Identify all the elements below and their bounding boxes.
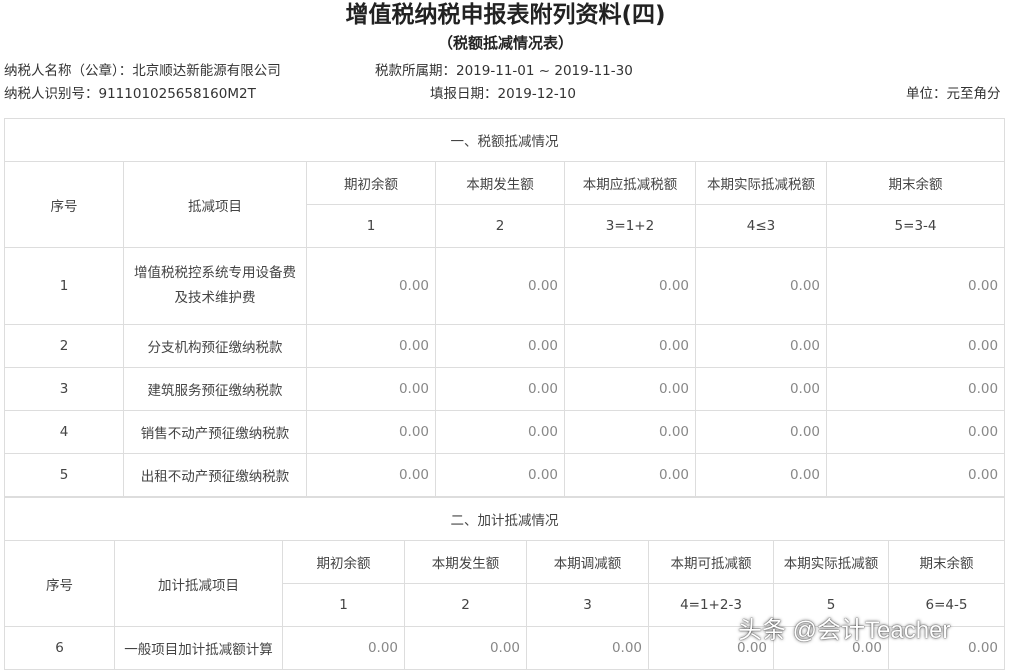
row-value: 0.00	[825, 247, 1006, 325]
row-value: 0.00	[306, 324, 436, 368]
col-header: 本期实际抵减额	[773, 540, 889, 584]
row-value: 0.00	[435, 367, 565, 411]
col-code: 5=3-4	[825, 204, 1006, 248]
row-item: 一般项目加计抵减额计算	[114, 626, 283, 670]
row-item-line1: 增值税税控系统专用设备费	[134, 265, 296, 281]
row-item: 建筑服务预征缴纳税款	[123, 367, 307, 411]
col-header: 期初余额	[282, 540, 405, 584]
form-subtitle: （税额抵减情况表）	[437, 34, 573, 52]
section1-title: 一、税额抵减情况	[3, 118, 1006, 162]
row-value: 0.00	[306, 247, 436, 325]
row-value: 0.00	[526, 626, 649, 670]
col-code: 3	[526, 583, 649, 627]
row-value: 0.00	[825, 453, 1006, 497]
row-value: 0.00	[695, 453, 827, 497]
unit-label: 单位：元至角分	[906, 86, 1001, 102]
table-row: 2 分支机构预征缴纳税款 0.00 0.00 0.00 0.00 0.00	[4, 324, 1006, 368]
table-row: 3 建筑服务预征缴纳税款 0.00 0.00 0.00 0.00 0.00	[4, 367, 1006, 411]
row-item: 销售不动产预征缴纳税款	[123, 410, 307, 454]
col-header: 期末余额	[888, 540, 1005, 584]
row-value: 0.00	[695, 410, 827, 454]
col-code: 2	[404, 583, 527, 627]
row-seq: 5	[4, 453, 124, 497]
row-value: 0.00	[564, 410, 696, 454]
row-seq: 1	[4, 247, 124, 325]
col-code: 1	[282, 583, 405, 627]
row-item: 分支机构预征缴纳税款	[123, 324, 307, 368]
fill-date: 填报日期：2019-12-10	[430, 86, 576, 102]
row-value: 0.00	[695, 247, 827, 325]
col-header: 期末余额	[825, 161, 1006, 205]
row-value: 0.00	[306, 410, 436, 454]
col-code: 2	[435, 204, 565, 248]
col-header: 本期可抵减额	[648, 540, 774, 584]
col-header: 本期应抵减税额	[564, 161, 696, 205]
row-item-line2: 及技术维护费	[174, 290, 256, 306]
seq-header: 序号	[4, 540, 115, 627]
row-value: 0.00	[825, 410, 1006, 454]
col-header: 本期发生额	[404, 540, 527, 584]
row-value: 0.00	[404, 626, 527, 670]
taxpayer-name: 纳税人名称（公章）：北京顺达新能源有限公司	[4, 63, 281, 79]
row-item: 增值税税控系统专用设备费 及技术维护费	[123, 247, 307, 325]
row-value: 0.00	[435, 324, 565, 368]
row-seq: 6	[4, 626, 115, 670]
row-value: 0.00	[435, 247, 565, 325]
item-header: 抵减项目	[123, 161, 307, 248]
col-header: 本期调减额	[526, 540, 649, 584]
table-row: 1 增值税税控系统专用设备费 及技术维护费 0.00 0.00 0.00 0.00…	[4, 247, 1006, 325]
table-row: 4 销售不动产预征缴纳税款 0.00 0.00 0.00 0.00 0.00	[4, 410, 1006, 454]
row-item: 出租不动产预征缴纳税款	[123, 453, 307, 497]
row-value: 0.00	[825, 324, 1006, 368]
col-code: 3=1+2	[564, 204, 696, 248]
col-header: 本期实际抵减税额	[695, 161, 827, 205]
col-code: 4≤3	[695, 204, 827, 248]
row-value: 0.00	[306, 453, 436, 497]
seq-header: 序号	[4, 161, 124, 248]
row-value: 0.00	[306, 367, 436, 411]
row-seq: 4	[4, 410, 124, 454]
item-header: 加计抵减项目	[114, 540, 283, 627]
form-title: 增值税纳税申报表附列资料(四)	[345, 2, 666, 28]
row-value: 0.00	[825, 367, 1006, 411]
row-value: 0.00	[564, 367, 696, 411]
offset-table: 一、税额抵减情况 序号 抵减项目 期初余额 本期发生额 本期应抵减税额 本期实际…	[3, 118, 1006, 497]
row-value: 0.00	[564, 453, 696, 497]
row-value: 0.00	[564, 247, 696, 325]
row-value: 0.00	[695, 367, 827, 411]
row-seq: 2	[4, 324, 124, 368]
tax-period: 税款所属期：2019-11-01 ~ 2019-11-30	[375, 63, 633, 79]
taxpayer-id: 纳税人识别号：911101025658160M2T	[4, 86, 256, 102]
row-value: 0.00	[435, 410, 565, 454]
row-value: 0.00	[435, 453, 565, 497]
col-header: 本期发生额	[435, 161, 565, 205]
col-code: 1	[306, 204, 436, 248]
row-value: 0.00	[282, 626, 405, 670]
section2-title: 二、加计抵减情况	[4, 497, 1005, 541]
row-value: 0.00	[564, 324, 696, 368]
row-value: 0.00	[695, 324, 827, 368]
watermark-text: 头条 @会计Teacher	[738, 617, 951, 644]
col-header: 期初余额	[306, 161, 436, 205]
table-row: 5 出租不动产预征缴纳税款 0.00 0.00 0.00 0.00 0.00	[4, 453, 1006, 497]
row-seq: 3	[4, 367, 124, 411]
